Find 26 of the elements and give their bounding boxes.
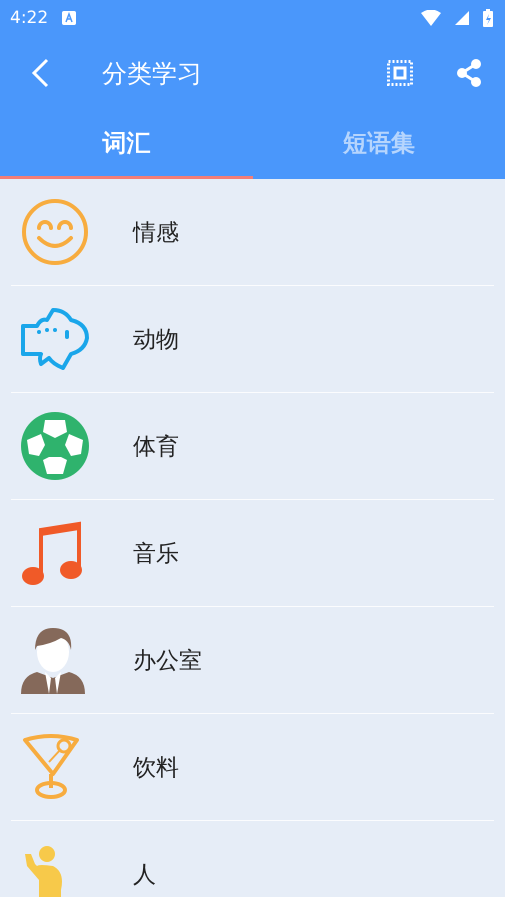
fish-icon bbox=[21, 308, 89, 370]
music-note-icon bbox=[21, 520, 85, 586]
signal-icon bbox=[455, 11, 469, 25]
category-label: 动物 bbox=[133, 326, 179, 354]
category-item[interactable]: 音乐 bbox=[11, 500, 494, 607]
category-label: 人 bbox=[133, 860, 156, 890]
soccer-ball-icon bbox=[21, 412, 89, 480]
smiley-face-icon bbox=[21, 198, 89, 266]
category-label: 音乐 bbox=[133, 540, 179, 568]
category-item[interactable]: 体育 bbox=[11, 393, 494, 500]
page-title: 分类学习 bbox=[102, 58, 202, 90]
category-label: 办公室 bbox=[133, 646, 202, 676]
category-label: 饮料 bbox=[133, 754, 179, 782]
category-item[interactable]: 人 bbox=[11, 821, 494, 897]
category-item[interactable]: 动物 bbox=[11, 286, 494, 393]
category-item[interactable]: 办公室 bbox=[11, 607, 494, 714]
keyboard-notification-icon bbox=[62, 11, 76, 25]
category-item[interactable]: 情感 bbox=[11, 179, 494, 286]
wifi-icon bbox=[421, 10, 441, 26]
cocktail-glass-icon bbox=[21, 734, 81, 800]
businessman-icon bbox=[21, 626, 85, 694]
category-label: 体育 bbox=[133, 432, 179, 462]
category-item[interactable]: 饮料 bbox=[11, 714, 494, 821]
category-label: 情感 bbox=[133, 218, 179, 248]
battery-icon bbox=[483, 9, 493, 27]
status-time: 4:22 bbox=[10, 8, 48, 28]
